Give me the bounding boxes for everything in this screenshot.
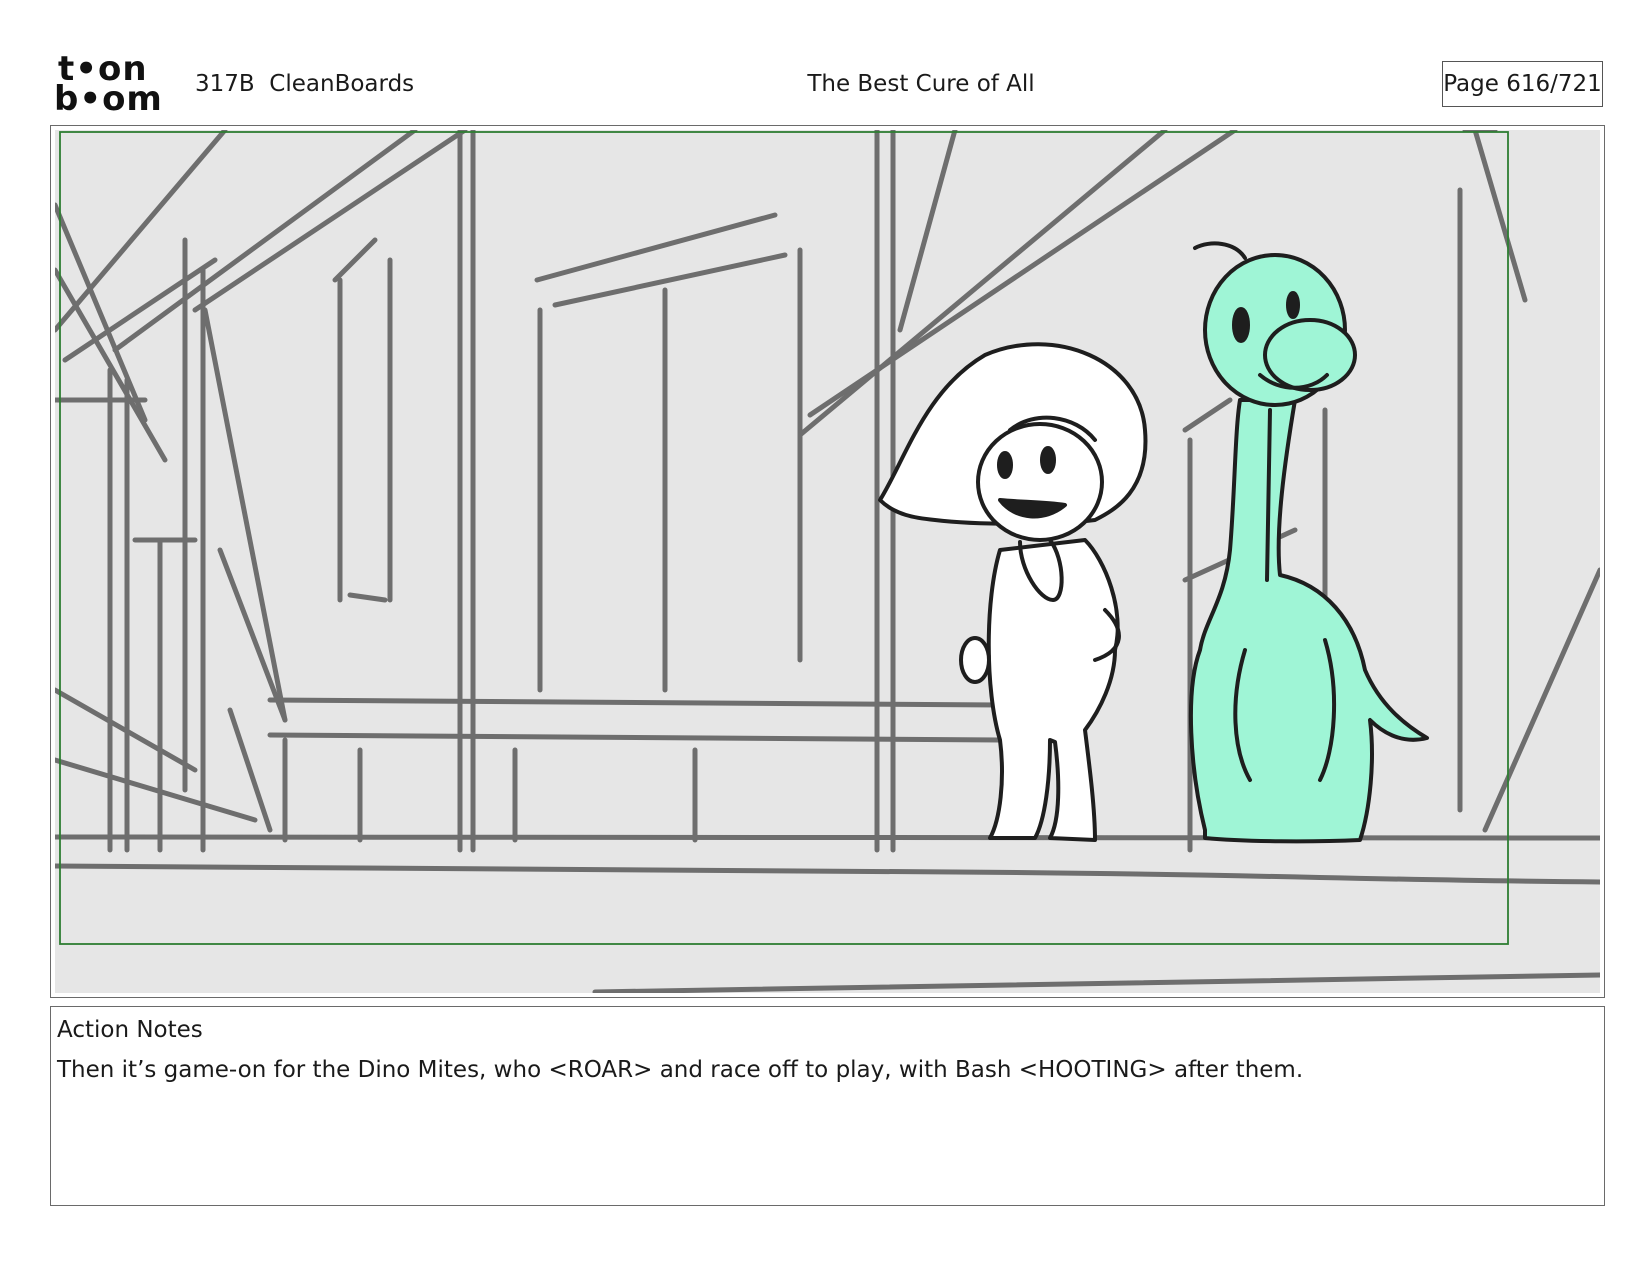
- girl-eye-left: [997, 451, 1013, 479]
- dino-snout: [1263, 318, 1357, 392]
- episode-title: The Best Cure of All: [807, 71, 1035, 97]
- girl-face: [976, 422, 1104, 542]
- action-notes-text: Then it’s game-on for the Dino Mites, wh…: [57, 1057, 1304, 1083]
- girl-hand: [959, 636, 991, 684]
- page-number-text: Page 616/721: [1443, 71, 1602, 97]
- action-notes-title: Action Notes: [57, 1017, 203, 1043]
- dino-eye-left: [1232, 307, 1250, 343]
- panel-background: [55, 130, 1600, 993]
- page-number: Page 616/721: [1442, 61, 1603, 107]
- panel-drawing: [55, 130, 1600, 993]
- girl-eye-right: [1040, 446, 1056, 474]
- dino-eye-right: [1286, 291, 1300, 319]
- action-notes-box: Action Notes Then it’s game-on for the D…: [50, 1006, 1605, 1206]
- storyboard-panel: [50, 125, 1605, 998]
